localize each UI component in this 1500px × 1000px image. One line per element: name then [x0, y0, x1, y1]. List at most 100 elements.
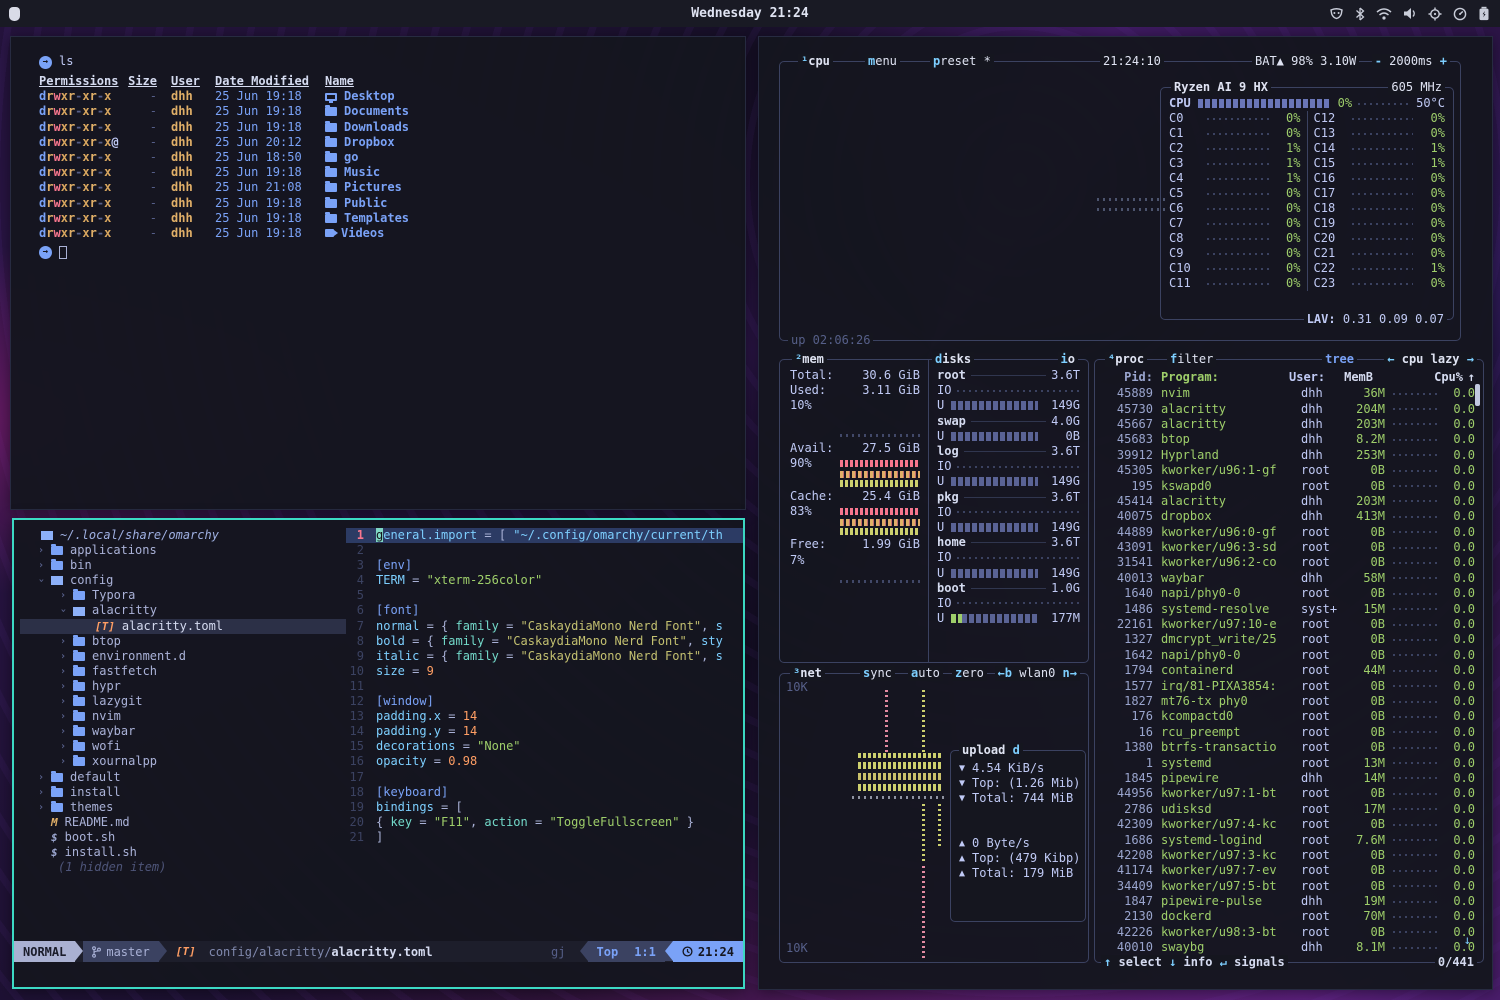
tree-item[interactable]: boot.sh [20, 830, 346, 845]
process-row[interactable]: 40013 waybar dhh 58M 0.0 [1103, 571, 1475, 586]
io-toggle[interactable]: io [1058, 352, 1078, 367]
tree-item[interactable]: environment.d [20, 649, 346, 664]
code-line[interactable]: 17 [346, 770, 743, 785]
chevron-icon[interactable] [38, 770, 51, 785]
neovim-window[interactable]: ~/.local/share/omarchy applications bin … [12, 518, 745, 989]
code-line[interactable]: 14 padding.y = 14 [346, 724, 743, 739]
proc-scrollbar[interactable] [1475, 384, 1480, 406]
tree-item[interactable]: alacritty.toml [20, 619, 346, 634]
code-line[interactable]: 9 italic = { family = "CaskaydiaMono Ner… [346, 649, 743, 664]
process-row[interactable]: 45667 alacritty dhh 203M 0.0 [1103, 417, 1475, 432]
editor-pane[interactable]: 1 general.import = [ "~/.config/omarchy/… [346, 520, 743, 941]
chevron-icon[interactable] [60, 724, 73, 739]
process-row[interactable]: 40010 swaybg dhh 8.1M 0.0 [1103, 940, 1475, 955]
process-row[interactable]: 34409 kworker/u97:5-bt root 0B 0.0 [1103, 879, 1475, 894]
git-branch[interactable]: master [83, 941, 158, 962]
process-row[interactable]: 1327 dmcrypt_write/25 root 0B 0.0 [1103, 632, 1475, 647]
tree-item[interactable]: themes [20, 800, 346, 815]
process-row[interactable]: 42226 kworker/u98:3-bt root 0B 0.0 [1103, 925, 1475, 940]
code-line[interactable]: 10 size = 9 [346, 664, 743, 679]
code-line[interactable]: 20 { key = "F11", action = "ToggleFullsc… [346, 815, 743, 830]
chevron-icon[interactable] [60, 588, 73, 603]
process-row[interactable]: 1686 systemd-logind root 7.6M 0.0 [1103, 832, 1475, 847]
prompt-line-2[interactable]: → [39, 244, 745, 260]
code-line[interactable]: 15 decorations = "None" [346, 739, 743, 754]
chevron-icon[interactable] [60, 694, 73, 709]
net-zero-toggle[interactable]: zero [952, 666, 987, 681]
menu-button[interactable]: menu [865, 54, 900, 69]
tree-item[interactable]: install.sh [20, 845, 346, 860]
traffic-box-title[interactable]: upload d [959, 743, 1023, 758]
chevron-icon[interactable] [60, 679, 73, 694]
net-interface-switch[interactable]: ←b wlan0 n→ [995, 666, 1081, 681]
info-action[interactable]: info [1184, 955, 1213, 969]
signals-action[interactable]: signals [1234, 955, 1285, 969]
code-line[interactable]: 11 [346, 679, 743, 694]
process-row[interactable]: 44889 kworker/u96:0-gf root 0B 0.0 [1103, 525, 1475, 540]
proc-tree-toggle[interactable]: tree [1322, 352, 1357, 367]
tree-item[interactable]: bin [20, 558, 346, 573]
process-row[interactable]: 45730 alacritty dhh 204M 0.0 [1103, 401, 1475, 416]
tree-item[interactable]: nvim [20, 709, 346, 724]
process-row[interactable]: 1486 systemd-resolve syst+ 15M 0.0 [1103, 601, 1475, 616]
tree-item[interactable]: applications [20, 543, 346, 558]
code-line[interactable]: 5 [346, 588, 743, 603]
code-line[interactable]: 4 TERM = "xterm-256color" [346, 573, 743, 588]
process-row[interactable]: 31541 kworker/u96:2-co root 0B 0.0 [1103, 555, 1475, 570]
process-row[interactable]: 1577 irq/81-PIXA3854: root 0B 0.0 [1103, 678, 1475, 693]
net-auto-toggle[interactable]: auto [908, 666, 943, 681]
process-row[interactable]: 45889 nvim dhh 36M 0.0 [1103, 386, 1475, 401]
update-interval[interactable]: - 2000ms + [1372, 54, 1450, 69]
chevron-icon[interactable] [38, 800, 51, 815]
tree-item[interactable]: waybar [20, 724, 346, 739]
process-row[interactable]: 39912 Hyprland dhh 253M 0.0 [1103, 448, 1475, 463]
chevron-icon[interactable] [38, 785, 51, 800]
code-line[interactable]: 19 bindings = [ [346, 800, 743, 815]
process-row[interactable]: 1640 napi/phy0-0 root 0B 0.0 [1103, 586, 1475, 601]
process-row[interactable]: 1642 napi/phy0-0 root 0B 0.0 [1103, 648, 1475, 663]
net-sync-toggle[interactable]: sync [860, 666, 895, 681]
code-line[interactable]: 12 [window] [346, 694, 743, 709]
process-row[interactable]: 1847 pipewire-pulse dhh 19M 0.0 [1103, 894, 1475, 909]
tree-item[interactable]: (1 hidden item) [20, 860, 346, 875]
tree-item[interactable]: alacritty [20, 603, 346, 618]
tree-item[interactable]: btop [20, 634, 346, 649]
code-line[interactable]: 21 ] [346, 830, 743, 845]
code-line[interactable]: 7 normal = { family = "CaskaydiaMono Ner… [346, 619, 743, 634]
disks-title[interactable]: disks [932, 352, 974, 367]
tree-item[interactable]: README.md [20, 815, 346, 830]
process-row[interactable]: 16 rcu_preempt root 0B 0.0 [1103, 725, 1475, 740]
process-row[interactable]: 44956 kworker/u97:1-bt root 0B 0.0 [1103, 786, 1475, 801]
preset-button[interactable]: preset * [930, 54, 994, 69]
chevron-icon[interactable] [60, 603, 73, 618]
code-line[interactable]: 8 bold = { family = "CaskaydiaMono Nerd … [346, 634, 743, 649]
process-row[interactable]: 2786 udisksd root 17M 0.0 [1103, 802, 1475, 817]
cpu-box-title[interactable]: ¹cpu [798, 54, 833, 69]
process-row[interactable]: 41174 kworker/u97:7-ev root 0B 0.0 [1103, 863, 1475, 878]
chevron-icon[interactable] [38, 543, 51, 558]
tree-item[interactable]: hypr [20, 679, 346, 694]
process-row[interactable]: 2130 dockerd root 70M 0.0 [1103, 909, 1475, 924]
tree-item[interactable]: xournalpp [20, 754, 346, 769]
process-row[interactable]: 43091 kworker/u96:3-sd root 0B 0.0 [1103, 540, 1475, 555]
process-row[interactable]: 45414 alacritty dhh 203M 0.0 [1103, 494, 1475, 509]
code-line[interactable]: 16 opacity = 0.98 [346, 754, 743, 769]
chevron-icon[interactable] [60, 739, 73, 754]
tree-item[interactable]: wofi [20, 739, 346, 754]
code-line[interactable]: 18 [keyboard] [346, 785, 743, 800]
process-row[interactable]: 42309 kworker/u97:4-kc root 0B 0.0 [1103, 817, 1475, 832]
tree-item[interactable]: lazygit [20, 694, 346, 709]
mem-box-title[interactable]: ²mem [792, 352, 827, 367]
proc-sort-switch[interactable]: ← cpu lazy → [1384, 352, 1477, 367]
net-box-title[interactable]: ³net [790, 666, 825, 681]
tree-item[interactable]: default [20, 770, 346, 785]
proc-filter-button[interactable]: filter [1167, 352, 1216, 367]
process-row[interactable]: 22161 kworker/u97:10-e root 0B 0.0 [1103, 617, 1475, 632]
process-row[interactable]: 1 systemd root 13M 0.0 [1103, 755, 1475, 770]
tree-item[interactable]: config [20, 573, 346, 588]
chevron-icon[interactable] [38, 558, 51, 573]
process-row[interactable]: 1794 containerd root 44M 0.0 [1103, 663, 1475, 678]
tree-item[interactable]: Typora [20, 588, 346, 603]
code-line[interactable]: 13 padding.x = 14 [346, 709, 743, 724]
chevron-icon[interactable] [60, 754, 73, 769]
